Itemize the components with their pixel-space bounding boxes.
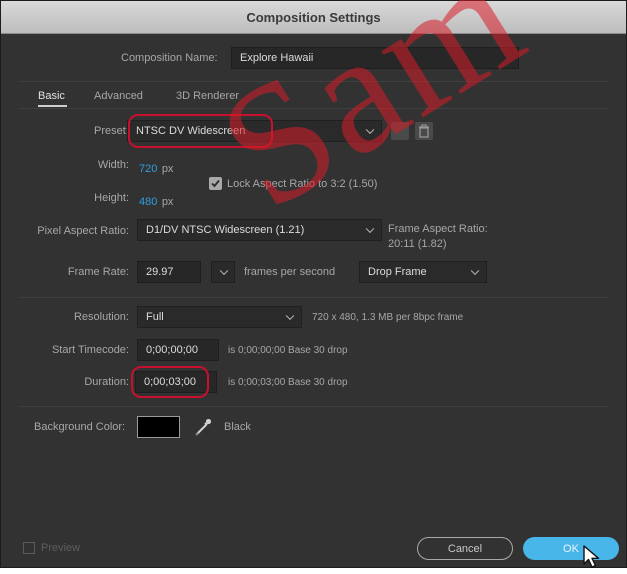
preset-highlight (128, 114, 273, 148)
start-timecode-info: is 0;00;00;00 Base 30 drop (228, 345, 348, 356)
section-divider (19, 297, 609, 298)
background-color-label: Background Color: (34, 421, 126, 433)
drop-frame-value: Drop Frame (368, 266, 427, 278)
resolution-label: Resolution: (73, 311, 129, 323)
height-field[interactable]: 480 px (139, 192, 173, 210)
composition-name-value: Explore Hawaii (240, 52, 314, 64)
resolution-dropdown[interactable]: Full (137, 306, 302, 328)
height-unit: px (161, 196, 174, 208)
width-value: 720 (139, 163, 158, 175)
frame-aspect-label: Frame Aspect Ratio: (388, 223, 488, 235)
composition-name-label: Composition Name: (121, 52, 218, 64)
background-color-swatch[interactable] (137, 416, 180, 438)
tabs-divider (19, 108, 609, 109)
start-timecode-label: Start Timecode: (51, 344, 129, 356)
frame-aspect-value: 20:11 (1.82) (388, 238, 447, 250)
chevron-down-icon (285, 311, 295, 321)
cancel-button[interactable]: Cancel (417, 537, 513, 560)
duration-info: is 0;00;03;00 Base 30 drop (228, 377, 348, 388)
composition-name-input[interactable]: Explore Hawaii (231, 47, 519, 69)
preview-label: Preview (41, 542, 81, 554)
mouse-cursor-icon (582, 545, 604, 569)
start-timecode-value: 0;00;00;00 (146, 344, 198, 356)
frame-rate-label: Frame Rate: (67, 266, 129, 278)
resolution-value: Full (146, 311, 164, 323)
pixel-aspect-value: D1/DV NTSC Widescreen (1.21) (146, 224, 305, 236)
frame-rate-input[interactable]: 29.97 (137, 261, 201, 283)
lock-aspect-label: Lock Aspect Ratio to 3:2 (1.50) (227, 178, 378, 190)
pixel-aspect-label: Pixel Aspect Ratio: (37, 225, 129, 237)
window-title: Composition Settings (246, 9, 381, 25)
duration-label: Duration: (84, 376, 129, 388)
header-divider (19, 81, 609, 82)
resolution-info: 720 x 480, 1.3 MB per 8bpc frame (312, 312, 464, 323)
chevron-down-icon (365, 224, 375, 234)
chevron-down-icon (219, 266, 229, 276)
frame-rate-value: 29.97 (146, 266, 174, 278)
chevron-down-icon (365, 125, 375, 135)
checkbox-checked-icon[interactable] (209, 177, 222, 190)
drop-frame-dropdown[interactable]: Drop Frame (359, 261, 487, 283)
tab-basic-underline (38, 105, 67, 107)
frame-rate-dropdown[interactable] (211, 261, 235, 283)
eyedropper-icon[interactable] (191, 415, 215, 439)
title-bar: Composition Settings (1, 1, 626, 34)
height-value: 480 (139, 196, 158, 208)
pixel-aspect-dropdown[interactable]: D1/DV NTSC Widescreen (1.21) (137, 219, 382, 241)
width-unit: px (161, 163, 174, 175)
tab-basic[interactable]: Basic (38, 90, 65, 102)
background-color-name: Black (224, 421, 251, 433)
tab-advanced[interactable]: Advanced (94, 90, 143, 102)
height-label: Height: (94, 192, 129, 204)
section-divider (19, 406, 609, 407)
save-preset-icon[interactable] (391, 122, 409, 140)
delete-preset-icon[interactable] (415, 122, 433, 140)
chevron-down-icon (470, 266, 480, 276)
preview-checkbox[interactable] (23, 542, 35, 554)
duration-highlight (131, 366, 209, 398)
width-field[interactable]: 720 px (139, 159, 173, 177)
preset-label: Preset: (94, 125, 129, 137)
width-label: Width: (97, 159, 129, 171)
start-timecode-input[interactable]: 0;00;00;00 (137, 339, 219, 361)
composition-settings-dialog: Composition Settings Composition Name: E… (0, 0, 627, 568)
frame-rate-unit: frames per second (244, 266, 336, 278)
ok-button[interactable]: OK (523, 537, 619, 560)
tab-3d-renderer[interactable]: 3D Renderer (176, 90, 239, 102)
